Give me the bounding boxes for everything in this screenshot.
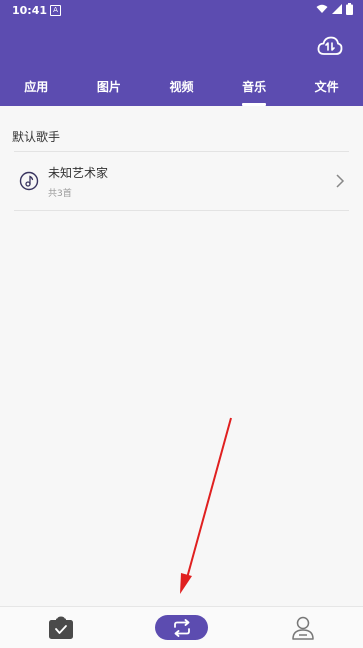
nav-transfer[interactable] <box>155 607 208 648</box>
tab-images[interactable]: 图片 <box>73 70 146 106</box>
status-bar: 10:41 A <box>0 0 363 20</box>
clipboard-check-icon <box>49 616 73 639</box>
tab-label: 音乐 <box>242 80 267 94</box>
transfer-icon <box>173 618 190 637</box>
app-header: 10:41 A 应用 图片 视频 音乐 文件 <box>0 0 363 106</box>
nav-profile[interactable] <box>282 607 324 648</box>
status-indicators <box>316 3 353 15</box>
artist-name: 未知艺术家 <box>48 166 109 180</box>
nav-transfer-pill <box>155 615 208 640</box>
category-tabs: 应用 图片 视频 音乐 文件 <box>0 70 363 106</box>
tab-files[interactable]: 文件 <box>290 70 363 106</box>
music-note-icon <box>19 171 39 191</box>
status-time: 10:41 <box>12 4 48 17</box>
notification-icon: A <box>50 5 61 16</box>
tab-label: 图片 <box>96 80 121 94</box>
tab-label: 文件 <box>314 80 339 94</box>
tab-label: 应用 <box>24 80 49 94</box>
tab-videos[interactable]: 视频 <box>145 70 218 106</box>
profile-icon <box>292 616 314 640</box>
tab-music[interactable]: 音乐 <box>218 70 291 106</box>
bottom-nav <box>0 606 363 648</box>
active-tab-indicator <box>242 103 267 106</box>
section-title: 默认歌手 <box>12 130 61 144</box>
chevron-right-icon <box>336 174 345 188</box>
tab-apps[interactable]: 应用 <box>0 70 73 106</box>
signal-icon <box>332 4 342 14</box>
wifi-icon <box>316 4 328 13</box>
cloud-transfer-icon[interactable] <box>317 35 343 57</box>
list-item[interactable]: 未知艺术家 共3首 <box>14 152 349 210</box>
tab-label: 视频 <box>169 80 194 94</box>
battery-icon <box>346 3 353 15</box>
nav-tasks[interactable] <box>40 607 82 648</box>
divider <box>14 210 349 211</box>
song-count: 共3首 <box>48 189 72 199</box>
